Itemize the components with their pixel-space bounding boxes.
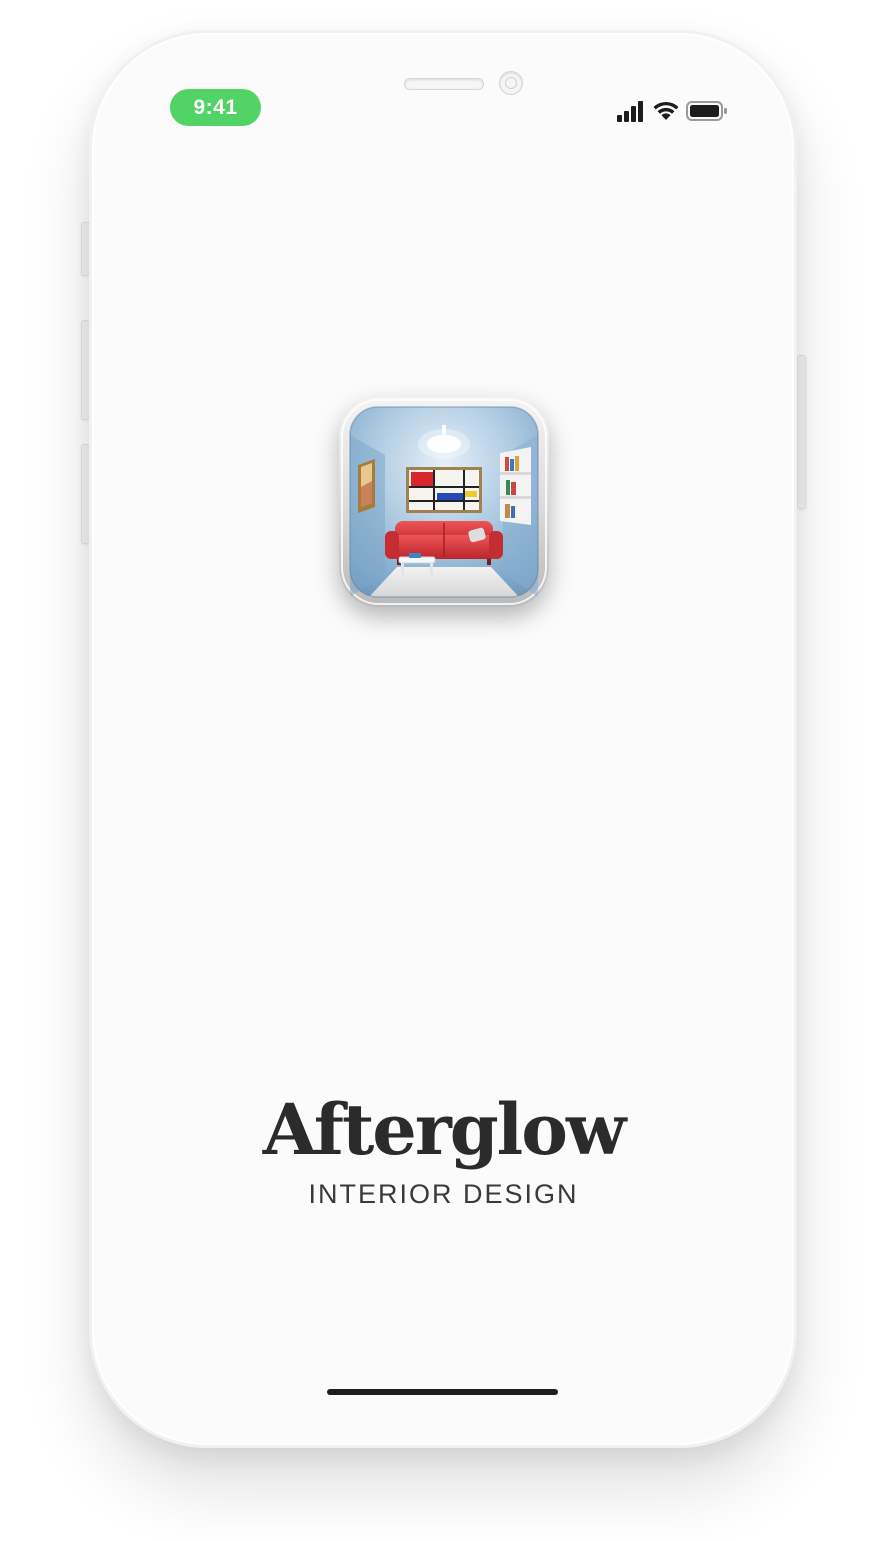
app-title: Afterglow xyxy=(262,1088,626,1171)
home-indicator[interactable] xyxy=(327,1389,558,1395)
wifi-icon xyxy=(653,101,679,120)
app-subtitle: INTERIOR DESIGN xyxy=(308,1179,579,1209)
cellular-signal-icon xyxy=(617,101,643,122)
battery-icon xyxy=(686,101,727,121)
device-mockup: 9:41 Afterglow INTERIOR DESIGN xyxy=(0,0,887,1541)
power-button xyxy=(797,355,806,509)
status-icons xyxy=(616,100,728,124)
earpiece-speaker xyxy=(404,78,484,90)
status-time: 9:41 xyxy=(170,89,261,126)
front-camera xyxy=(499,71,523,95)
phone-screen xyxy=(89,30,797,1448)
interior-room-app-icon xyxy=(339,397,549,607)
